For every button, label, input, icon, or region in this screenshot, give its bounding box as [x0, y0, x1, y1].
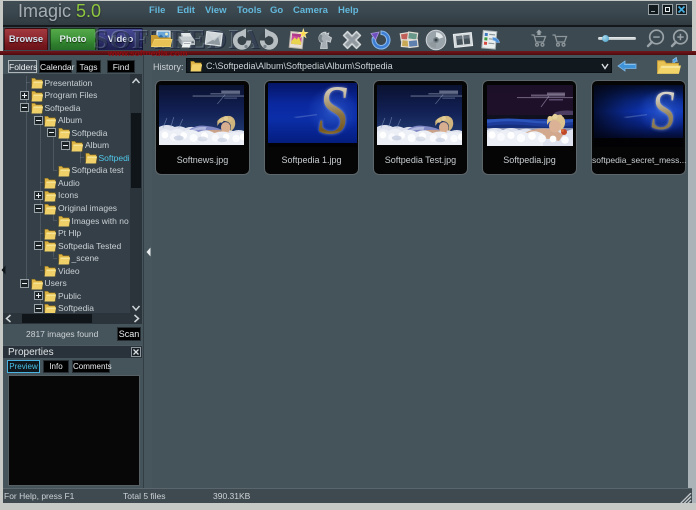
- svg-text:S: S: [651, 85, 675, 142]
- svg-text:S: S: [318, 83, 348, 147]
